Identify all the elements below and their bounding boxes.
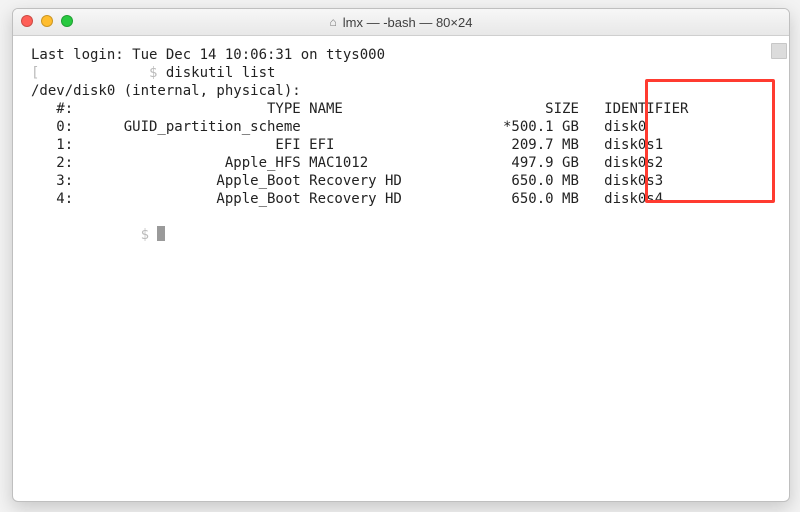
command-text: diskutil list <box>166 65 276 81</box>
window-title: ⌂ lmx — -bash — 80×24 <box>330 15 473 30</box>
prompt-1: [ $ <box>31 65 166 81</box>
row-line: 2: Apple_HFS MAC1012 497.9 GB disk0s2 <box>31 155 663 171</box>
minimize-icon[interactable] <box>41 15 53 27</box>
row-line: 3: Apple_Boot Recovery HD 650.0 MB disk0… <box>31 173 663 189</box>
terminal-body[interactable]: Last login: Tue Dec 14 10:06:31 on ttys0… <box>13 36 789 501</box>
header-line: #: TYPE NAME SIZE IDENTIFIER <box>31 101 688 117</box>
terminal-window: ⌂ lmx — -bash — 80×24 Last login: Tue De… <box>12 8 790 502</box>
zoom-icon[interactable] <box>61 15 73 27</box>
row-1: 1: EFI EFI 209.7 MB disk0s1 <box>31 137 663 153</box>
close-icon[interactable] <box>21 15 33 27</box>
titlebar[interactable]: ⌂ lmx — -bash — 80×24 <box>13 9 789 36</box>
cursor-block <box>157 226 165 241</box>
row-3: 3: Apple_Boot Recovery HD 650.0 MB disk0… <box>31 173 663 189</box>
prompt-2: $ <box>31 227 157 243</box>
row-line: 4: Apple_Boot Recovery HD 650.0 MB disk0… <box>31 191 663 207</box>
last-login-line: Last login: Tue Dec 14 10:06:31 on ttys0… <box>31 47 385 63</box>
row-line: 1: EFI EFI 209.7 MB disk0s1 <box>31 137 663 153</box>
row-2: 2: Apple_HFS MAC1012 497.9 GB disk0s2 <box>31 155 663 171</box>
home-icon: ⌂ <box>330 15 337 29</box>
device-line: /dev/disk0 (internal, physical): <box>31 83 301 99</box>
row-0: 0: GUID_partition_scheme *500.1 GB disk0 <box>31 119 646 135</box>
traffic-lights <box>21 15 73 27</box>
row-header: #: TYPE NAME SIZE IDENTIFIER <box>31 101 688 117</box>
title-text: lmx — -bash — 80×24 <box>343 15 473 30</box>
row-4: 4: Apple_Boot Recovery HD 650.0 MB disk0… <box>31 191 663 207</box>
row-line: 0: GUID_partition_scheme *500.1 GB disk0 <box>31 119 646 135</box>
